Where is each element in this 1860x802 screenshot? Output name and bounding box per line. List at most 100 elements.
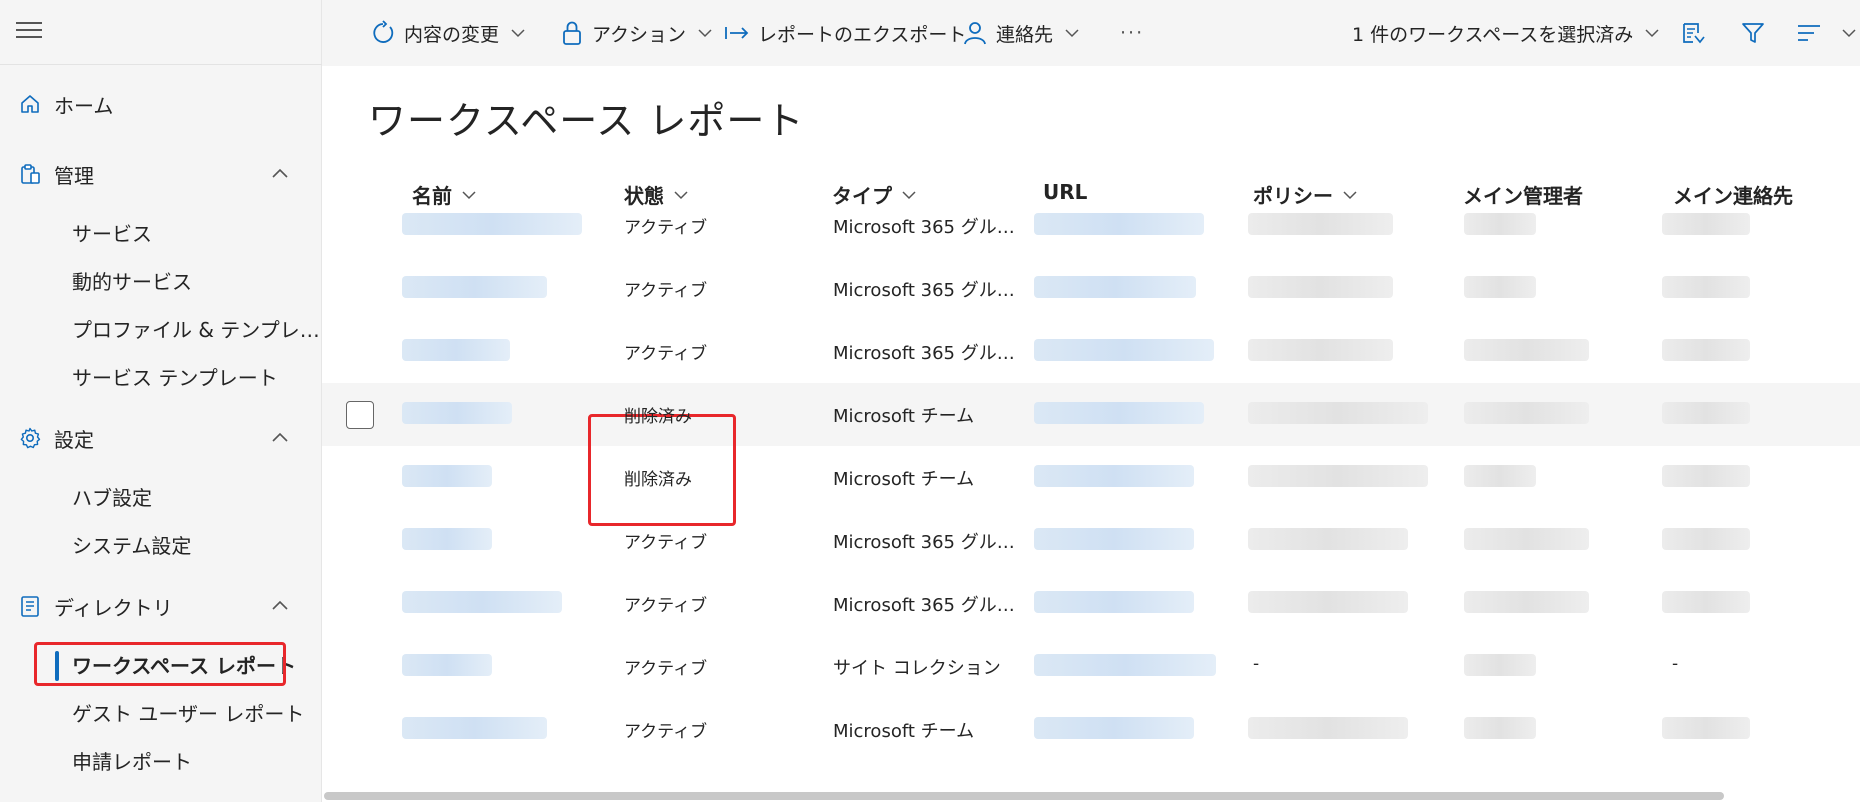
more-options-button[interactable]: ···	[1120, 14, 1144, 52]
redacted-name	[402, 276, 547, 298]
redacted-admin	[1464, 213, 1536, 235]
type-cell: Microsoft チーム	[833, 406, 975, 427]
filter-button[interactable]	[1740, 14, 1774, 52]
redacted-admin	[1464, 339, 1589, 361]
group-by-button[interactable]	[1796, 14, 1860, 52]
redacted-name	[402, 717, 547, 739]
redacted-admin	[1464, 528, 1589, 550]
redacted-policy	[1248, 591, 1408, 613]
status-cell: アクティブ	[624, 659, 708, 679]
redacted-url	[1034, 339, 1214, 361]
sidebar-group-label: 設定	[54, 427, 94, 452]
redacted-url	[1034, 402, 1204, 424]
redacted-name	[402, 402, 512, 424]
person-icon	[964, 22, 986, 45]
sidebar-item-label: ホーム	[54, 93, 114, 118]
chevron-up-icon[interactable]	[268, 594, 292, 618]
redacted-admin	[1464, 591, 1589, 613]
command-bar: 内容の変更 アクション レポートのエクスポート 連絡先 ··· 1 件のワークス…	[322, 0, 1860, 66]
redacted-contact	[1662, 213, 1750, 235]
redacted-admin	[1464, 654, 1536, 676]
chevron-up-icon[interactable]	[268, 426, 292, 450]
sidebar-item-request-report[interactable]: 申請レポート	[72, 742, 192, 782]
redacted-admin	[1464, 276, 1536, 298]
redacted-url	[1034, 717, 1194, 739]
redacted-admin	[1464, 402, 1589, 424]
sidebar-item-services[interactable]: サービス	[72, 214, 152, 254]
export-report-label: レポートのエクスポート	[758, 23, 967, 46]
change-content-label: 内容の変更	[404, 23, 500, 46]
list-lines-icon	[1798, 25, 1820, 41]
chevron-up-icon[interactable]	[268, 162, 292, 186]
type-cell: Microsoft 365 グル…	[833, 217, 1015, 238]
export-report-button[interactable]: レポートのエクスポート	[724, 14, 966, 52]
action-label: アクション	[592, 23, 687, 46]
status-cell: アクティブ	[624, 281, 708, 301]
action-button[interactable]: アクション	[560, 14, 722, 52]
redacted-url	[1034, 654, 1216, 676]
type-cell: Microsoft チーム	[833, 721, 975, 742]
contact-label: 連絡先	[996, 23, 1054, 46]
chevron-down-icon	[511, 29, 525, 38]
chevron-down-icon	[698, 29, 712, 38]
redacted-name	[402, 465, 492, 487]
redacted-contact	[1662, 402, 1750, 424]
redacted-url	[1034, 591, 1194, 613]
column-settings-button[interactable]	[1680, 14, 1714, 52]
row-checkbox[interactable]	[346, 401, 374, 429]
lock-icon	[563, 21, 581, 45]
sidebar-item-home[interactable]: ホーム	[18, 84, 113, 124]
redacted-url	[1034, 276, 1196, 298]
status-cell: アクティブ	[624, 533, 708, 553]
redacted-url	[1034, 528, 1194, 550]
directory-list-icon	[18, 594, 42, 618]
selection-count-label: 1 件のワークスペースを選択済み	[1352, 23, 1634, 46]
refresh-icon	[373, 20, 394, 43]
export-arrow-icon	[725, 27, 749, 39]
redacted-contact	[1662, 465, 1750, 487]
status-cell: アクティブ	[624, 344, 708, 364]
sidebar-item-dynamic-services[interactable]: 動的サービス	[72, 262, 192, 302]
type-cell: Microsoft 365 グル…	[833, 280, 1015, 301]
sidebar-group-label: ディレクトリ	[54, 595, 173, 620]
redacted-name	[402, 528, 492, 550]
sidebar-item-system-settings[interactable]: システム設定	[72, 526, 191, 566]
redacted-policy	[1248, 276, 1393, 298]
sidebar-item-guest-user-report[interactable]: ゲスト ユーザー レポート	[72, 694, 304, 734]
sidebar-group-label: 管理	[54, 163, 94, 188]
chevron-down-icon	[1842, 29, 1856, 38]
change-content-button[interactable]: 内容の変更	[370, 14, 535, 52]
redacted-admin	[1464, 717, 1536, 739]
chevron-down-icon	[1065, 29, 1079, 38]
sidebar-item-hub-settings[interactable]: ハブ設定	[72, 478, 152, 518]
redacted-name	[402, 339, 510, 361]
redacted-contact	[1662, 276, 1750, 298]
status-cell: アクティブ	[624, 596, 708, 616]
redacted-policy	[1248, 339, 1393, 361]
type-cell: Microsoft 365 グル…	[833, 343, 1015, 364]
status-cell: アクティブ	[624, 218, 708, 238]
selection-count-dropdown[interactable]: 1 件のワークスペースを選択済み	[1352, 14, 1669, 52]
redacted-policy	[1248, 465, 1428, 487]
redacted-policy	[1248, 402, 1428, 424]
sidebar-group-directory[interactable]: ディレクトリ	[18, 586, 173, 626]
status-cell: 削除済み	[624, 407, 692, 427]
sidebar-divider	[0, 64, 322, 65]
horizontal-scrollbar[interactable]	[324, 792, 1724, 800]
sidebar-item-service-templates[interactable]: サービス テンプレート	[72, 358, 278, 398]
redacted-contact	[1662, 528, 1750, 550]
sidebar-item-profiles-templates[interactable]: プロファイル & テンプレ…	[72, 310, 320, 350]
filter-icon	[1742, 23, 1764, 43]
policy-cell: -	[1253, 654, 1260, 674]
sidebar-group-settings[interactable]: 設定	[18, 418, 94, 458]
hamburger-menu-icon[interactable]	[16, 22, 42, 42]
clipboard-icon	[18, 162, 42, 186]
chevron-down-icon	[1645, 29, 1659, 38]
type-cell: サイト コレクション	[833, 658, 1001, 679]
status-cell: 削除済み	[624, 470, 692, 490]
contact-button[interactable]: 連絡先	[962, 14, 1089, 52]
redacted-admin	[1464, 465, 1536, 487]
type-cell: Microsoft 365 グル…	[833, 532, 1015, 553]
contact-cell: -	[1672, 654, 1679, 674]
sidebar-group-manage[interactable]: 管理	[18, 154, 94, 194]
